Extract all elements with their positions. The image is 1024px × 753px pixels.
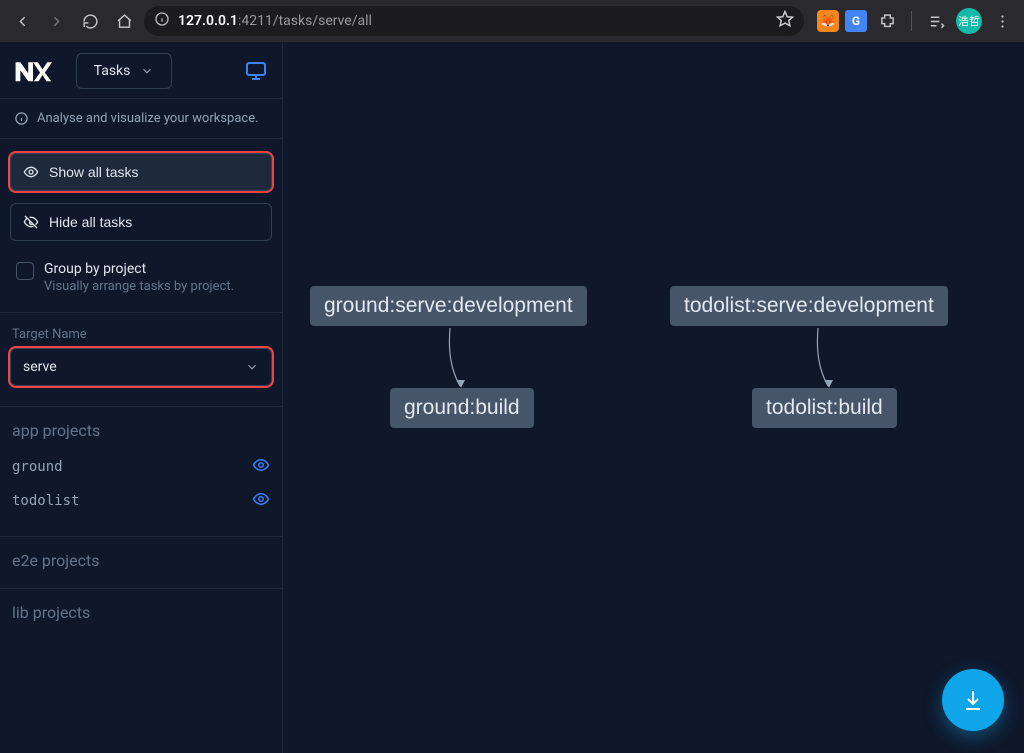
home-button[interactable] — [110, 7, 138, 35]
eye-icon — [23, 164, 39, 180]
download-icon — [961, 688, 985, 712]
show-all-tasks-button[interactable]: Show all tasks — [10, 153, 272, 191]
project-name: todolist — [12, 493, 79, 509]
hide-all-tasks-button[interactable]: Hide all tasks — [10, 203, 272, 241]
chevron-down-icon — [140, 64, 154, 78]
divider — [0, 536, 282, 537]
target-name-value: serve — [23, 359, 57, 375]
toggle-visibility-ground[interactable] — [252, 456, 270, 478]
divider — [0, 312, 282, 313]
arrow-ground — [457, 380, 465, 388]
eye-icon — [252, 456, 270, 474]
project-name: ground — [12, 459, 63, 475]
extensions-icon[interactable] — [873, 7, 901, 35]
address-bar[interactable]: 127.0.0.1:4211/tasks/serve/all — [144, 6, 804, 36]
show-all-label: Show all tasks — [49, 164, 138, 180]
edge-todolist — [817, 328, 828, 386]
app-projects-heading: app projects — [12, 421, 270, 440]
metamask-extension-icon[interactable]: 🦊 — [817, 10, 839, 32]
node-todolist-serve[interactable]: todolist:serve:development — [670, 286, 948, 326]
profile-avatar[interactable]: 浩哲 — [956, 8, 982, 34]
group-by-text: Group by project Visually arrange tasks … — [44, 261, 234, 294]
google-translate-extension-icon[interactable]: G — [845, 10, 867, 32]
info-bar: Analyse and visualize your workspace. — [0, 99, 282, 139]
forward-button[interactable] — [42, 7, 70, 35]
edge-ground — [449, 328, 460, 386]
project-item-todolist[interactable]: todolist — [10, 484, 272, 518]
divider — [0, 406, 282, 407]
group-by-label: Group by project — [44, 261, 234, 277]
project-item-ground[interactable]: ground — [10, 450, 272, 484]
sidebar-header: Tasks — [0, 43, 282, 99]
node-ground-build[interactable]: ground:build — [390, 388, 534, 428]
browser-menu-icon[interactable] — [988, 7, 1016, 35]
browser-toolbar: 127.0.0.1:4211/tasks/serve/all 🦊 G 浩哲 — [0, 0, 1024, 43]
bookmark-star-icon[interactable] — [776, 10, 794, 32]
info-text: Analyse and visualize your workspace. — [37, 111, 259, 126]
nx-logo — [14, 58, 52, 84]
info-icon — [14, 111, 29, 126]
app-root: Tasks Analyse and visualize your workspa… — [0, 43, 1024, 753]
e2e-projects-heading: e2e projects — [12, 551, 270, 570]
toggle-visibility-todolist[interactable] — [252, 490, 270, 512]
node-ground-serve[interactable]: ground:serve:development — [310, 286, 587, 326]
group-by-project-checkbox[interactable] — [16, 262, 34, 280]
lib-projects-heading: lib projects — [12, 603, 270, 622]
mode-label: Tasks — [94, 63, 131, 79]
group-by-sublabel: Visually arrange tasks by project. — [44, 279, 234, 294]
target-name-label: Target Name — [12, 327, 270, 342]
sidebar-body: Show all tasks Hide all tasks Group by p… — [0, 139, 282, 632]
media-control-icon[interactable] — [922, 7, 950, 35]
url-text: 127.0.0.1:4211/tasks/serve/all — [178, 13, 768, 29]
site-info-icon[interactable] — [154, 11, 170, 31]
toolbar-divider — [911, 11, 912, 31]
arrow-todolist — [825, 380, 833, 388]
mode-selector[interactable]: Tasks — [76, 53, 172, 89]
url-host: 127.0.0.1 — [178, 13, 238, 29]
divider — [0, 588, 282, 589]
target-name-select[interactable]: serve — [10, 348, 272, 386]
download-button[interactable] — [942, 669, 1004, 731]
eye-off-icon — [23, 214, 39, 230]
node-todolist-build[interactable]: todolist:build — [752, 388, 897, 428]
reload-button[interactable] — [76, 7, 104, 35]
group-by-project-row: Group by project Visually arrange tasks … — [10, 253, 272, 312]
hide-all-label: Hide all tasks — [49, 214, 132, 230]
display-mode-button[interactable] — [244, 59, 268, 83]
url-path: :4211/tasks/serve/all — [238, 13, 372, 29]
graph-canvas[interactable]: ground:serve:development ground:build to… — [283, 43, 1024, 753]
chevron-down-icon — [245, 360, 259, 374]
back-button[interactable] — [8, 7, 36, 35]
eye-icon — [252, 490, 270, 508]
sidebar: Tasks Analyse and visualize your workspa… — [0, 43, 283, 753]
